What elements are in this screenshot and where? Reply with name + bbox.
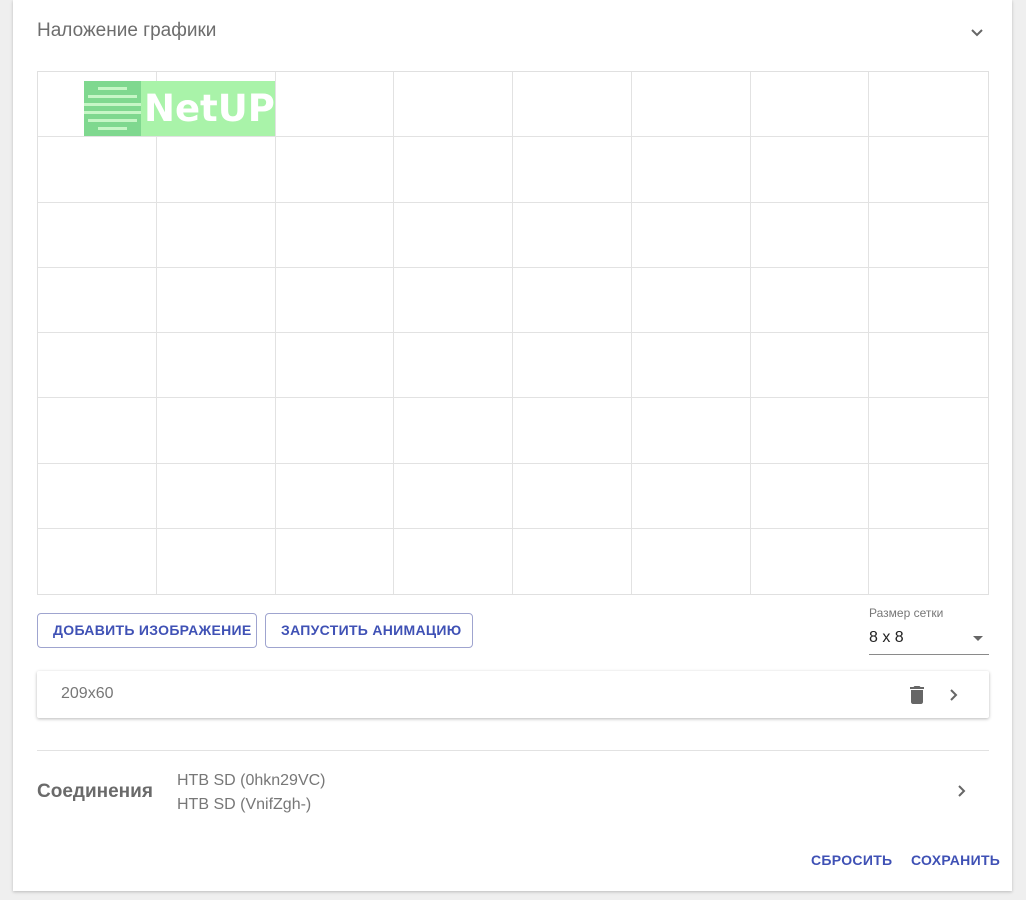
grid-cell[interactable] [275, 398, 395, 464]
graphics-overlay-panel: Наложение графики NetUP ДОБАВИТЬ ИЗОБРАЖ… [13, 0, 1012, 891]
grid-cell[interactable] [156, 267, 276, 333]
connections-list: HTB SD (0hkn29VC) HTB SD (VnifZgh-) [177, 769, 326, 817]
image-list-item[interactable]: 209x60 [37, 671, 989, 718]
grid-cell[interactable] [750, 137, 870, 203]
grid-cell[interactable] [157, 528, 276, 594]
grid-cell[interactable] [750, 72, 870, 138]
select-underline [869, 654, 989, 655]
panel-title: Наложение графики [37, 20, 217, 41]
delete-icon [910, 686, 924, 704]
dropdown-arrow-icon [973, 636, 983, 641]
start-animation-button[interactable]: ЗАПУСТИТЬ АНИМАЦИЮ [265, 613, 473, 648]
grid-cell[interactable] [513, 528, 632, 594]
grid-cell[interactable] [750, 398, 870, 464]
logo-text: NetUP [144, 87, 275, 130]
grid-cell[interactable] [750, 463, 870, 529]
chevron-right-icon [958, 785, 966, 797]
grid-cell[interactable] [750, 267, 870, 333]
image-size-label: 209x60 [61, 685, 114, 702]
grid-cell[interactable] [156, 202, 276, 268]
grid-cell[interactable] [513, 333, 632, 399]
grid-cell[interactable] [869, 72, 988, 138]
grid-cell[interactable] [276, 528, 395, 594]
grid-cell[interactable] [38, 528, 157, 594]
grid-cell[interactable] [869, 398, 988, 464]
grid-cell[interactable] [394, 333, 513, 399]
grid-cell[interactable] [394, 528, 513, 594]
connection-item: HTB SD (VnifZgh-) [177, 796, 312, 813]
grid-cell[interactable] [631, 72, 751, 138]
overlay-image[interactable]: NetUP [84, 81, 275, 136]
connections-title: Соединения [37, 781, 153, 802]
grid-cell[interactable] [869, 268, 988, 333]
netup-logo-mark [84, 81, 141, 136]
grid-cell[interactable] [750, 333, 870, 399]
grid-cell[interactable] [38, 333, 157, 399]
grid-cell[interactable] [275, 463, 395, 529]
grid-cell[interactable] [394, 267, 513, 333]
grid-cell[interactable] [631, 398, 751, 464]
grid-cell[interactable] [275, 137, 395, 203]
grid-size-value: 8 x 8 [869, 629, 904, 646]
grid-cell[interactable] [394, 202, 513, 268]
grid-cell[interactable] [631, 137, 751, 203]
grid-cell[interactable] [869, 137, 988, 203]
grid-cell[interactable] [394, 398, 513, 464]
grid-cell[interactable] [156, 137, 276, 203]
save-button[interactable]: СОХРАНИТЬ [911, 852, 1000, 868]
grid-cell[interactable] [869, 529, 988, 594]
grid-cell[interactable] [275, 267, 395, 333]
grid-cell[interactable] [156, 463, 276, 529]
grid-cell[interactable] [156, 333, 276, 399]
grid-cell[interactable] [38, 398, 157, 464]
grid-cell[interactable] [751, 528, 870, 594]
grid-cell[interactable] [513, 267, 632, 333]
grid-cell[interactable] [156, 398, 276, 464]
grid-cell[interactable] [38, 202, 157, 268]
delete-image-button[interactable] [905, 683, 929, 707]
open-image-button[interactable] [941, 683, 965, 707]
grid-cell[interactable] [513, 463, 632, 529]
add-image-button[interactable]: ДОБАВИТЬ ИЗОБРАЖЕНИЕ [37, 613, 257, 648]
panel-header[interactable]: Наложение графики [37, 16, 997, 48]
grid-size-label: Размер сетки [869, 606, 944, 620]
grid-cell[interactable] [631, 333, 751, 399]
grid-cell[interactable] [38, 267, 157, 333]
grid-cell[interactable] [394, 137, 513, 203]
section-divider [37, 750, 989, 751]
grid-cell[interactable] [513, 398, 632, 464]
open-connections-button[interactable] [949, 779, 973, 803]
chevron-up-icon [971, 29, 983, 37]
grid-cell[interactable] [632, 528, 751, 594]
chevron-right-icon [950, 689, 958, 701]
grid-cell[interactable] [631, 202, 751, 268]
grid-cell[interactable] [869, 464, 988, 529]
grid-cell[interactable] [513, 202, 632, 268]
grid-cell[interactable] [513, 72, 632, 138]
grid-cell[interactable] [869, 333, 988, 399]
grid-cell[interactable] [394, 463, 513, 529]
collapse-button[interactable] [961, 16, 993, 48]
grid-cell[interactable] [38, 463, 157, 529]
grid-cell[interactable] [869, 203, 988, 268]
grid-cell[interactable] [275, 333, 395, 399]
grid-size-select[interactable]: Размер сетки 8 x 8 [869, 604, 989, 655]
grid-cell[interactable] [275, 202, 395, 268]
reset-button[interactable]: СБРОСИТЬ [811, 852, 892, 868]
connections-section[interactable]: Соединения HTB SD (0hkn29VC) HTB SD (Vni… [37, 762, 989, 820]
overlay-grid[interactable] [37, 71, 989, 595]
grid-cell[interactable] [394, 72, 513, 138]
grid-cell[interactable] [631, 463, 751, 529]
connection-item: HTB SD (0hkn29VC) [177, 772, 326, 789]
grid-cell[interactable] [513, 137, 632, 203]
grid-cell[interactable] [631, 267, 751, 333]
grid-cell[interactable] [750, 202, 870, 268]
grid-cell[interactable] [275, 72, 395, 138]
grid-cell[interactable] [38, 137, 157, 203]
